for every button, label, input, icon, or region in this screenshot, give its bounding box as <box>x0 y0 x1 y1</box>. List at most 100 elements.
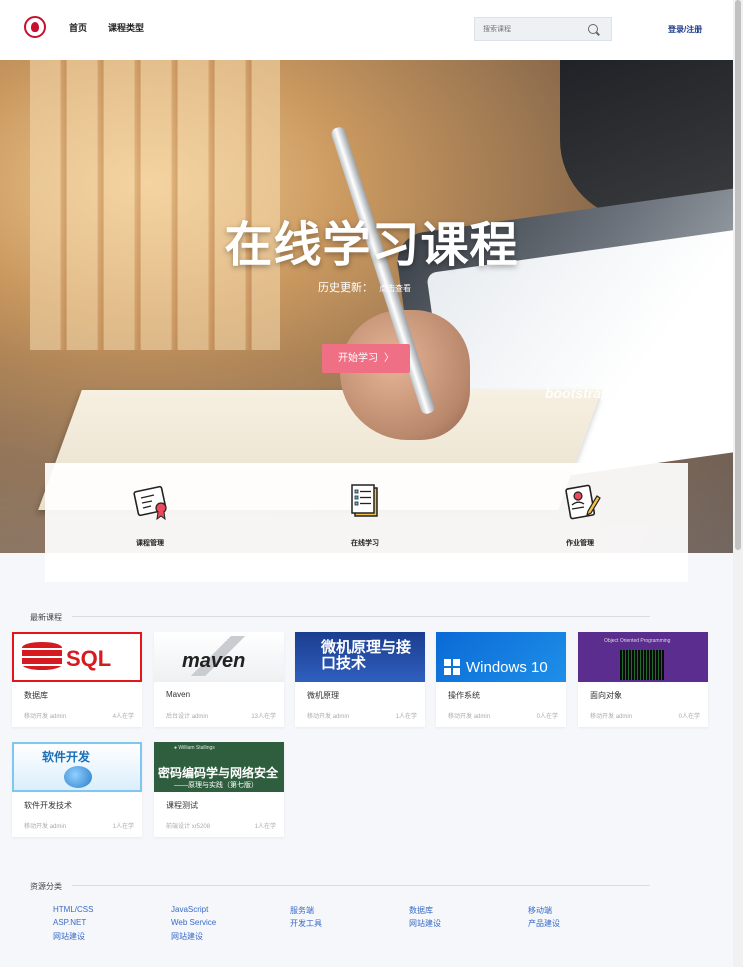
course-meta: 移动开发 admin 1人在学 <box>24 821 134 830</box>
database-icon <box>22 642 62 670</box>
code-screen-graphic <box>620 650 664 680</box>
course-name: 操作系统 <box>448 691 480 700</box>
course-thumbnail: SQL <box>12 632 142 682</box>
windows-logo-icon <box>444 659 460 675</box>
course-thumbnail: 软件开发 <box>12 742 142 792</box>
search-box <box>474 17 612 41</box>
course-card-oop[interactable]: Object Oriented Programming 面向对象 移动开发 ad… <box>578 632 708 727</box>
course-thumbnail-subtext: ——原理与实践（第七版） <box>174 782 258 789</box>
history-update-label: 历史更新： <box>318 282 373 294</box>
resource-link[interactable]: 网站建设 <box>409 918 441 929</box>
course-learner-count: 0人在学 <box>536 714 558 720</box>
course-category: 移动开发 <box>590 714 615 720</box>
course-learner-count: 0人在学 <box>678 714 700 720</box>
feature-homework-management[interactable]: 作业管理 <box>505 463 655 582</box>
course-card-database[interactable]: SQL 数据库 移动开发 admin 4人在学 <box>12 632 142 727</box>
feature-online-learning[interactable]: 在线学习 <box>290 463 440 582</box>
course-learner-count: 4人在学 <box>112 714 134 720</box>
course-author: admin <box>473 714 491 720</box>
course-thumbnail-text: SQL <box>66 646 112 671</box>
resource-link[interactable]: ASP.NET <box>53 918 86 927</box>
feature-panel: 课程管理 在线学习 作业管理 <box>45 463 688 582</box>
course-thumbnail-text: 密码编码学与网络安全 <box>158 766 279 780</box>
resource-link[interactable]: 开发工具 <box>290 918 322 929</box>
resource-link[interactable]: HTML/CSS <box>53 905 93 914</box>
course-card-operating-system[interactable]: Windows 10 操作系统 移动开发 admin 0人在学 <box>436 632 566 727</box>
nav-home[interactable]: 首页 <box>69 21 87 34</box>
course-author: admin <box>49 714 67 720</box>
course-thumbnail: ● William Stallings 密码编码学与网络安全 ——原理与实践（第七版… <box>154 742 284 792</box>
school-logo-icon[interactable] <box>24 16 46 38</box>
course-card-course-test[interactable]: ● William Stallings 密码编码学与网络安全 ——原理与实践（第七版… <box>154 742 284 837</box>
course-thumbnail-text: 微机原理与接口技术 <box>321 639 412 672</box>
course-card-software-dev[interactable]: 软件开发 软件开发技术 移动开发 admin 1人在学 <box>12 742 142 837</box>
start-learning-button[interactable]: 开始学习〉 <box>322 344 410 373</box>
course-meta: 移动开发 admin 0人在学 <box>590 711 700 720</box>
document-icon <box>351 484 378 517</box>
page-scrollbar-thumb[interactable] <box>735 0 741 550</box>
top-header: 首页 课程类型 登录/注册 <box>0 0 743 60</box>
feature-course-management-label: 课程管理 <box>136 540 164 547</box>
resource-link[interactable]: JavaScript <box>171 905 208 914</box>
course-name: 课程测试 <box>166 801 198 810</box>
course-author: admin <box>191 714 209 720</box>
course-author: admin <box>49 824 67 830</box>
login-register-link[interactable]: 登录/注册 <box>668 24 702 35</box>
course-thumbnail: 微机原理与接口技术 <box>295 632 425 682</box>
course-category: 移动开发 <box>307 714 332 720</box>
course-thumbnail-text: Object Oriented Programming <box>604 638 671 644</box>
course-thumbnail: maven <box>154 632 284 682</box>
course-card-maven[interactable]: maven Maven 后台设计 admin 13人在学 <box>154 632 284 727</box>
feature-online-learning-label: 在线学习 <box>351 540 379 547</box>
course-thumbnail-text: maven <box>182 650 246 672</box>
search-input[interactable] <box>483 23 583 36</box>
hero-title: 在线学习课程 <box>224 217 519 273</box>
course-category: 前端设计 <box>166 824 191 830</box>
course-thumbnail: Object Oriented Programming <box>578 632 708 682</box>
resource-link[interactable]: 网站建设 <box>53 931 85 942</box>
course-thumbnail-text: 软件开发 <box>42 750 91 764</box>
course-category: 移动开发 <box>24 714 49 720</box>
resource-link[interactable]: 移动端 <box>528 905 552 916</box>
course-author: xr5208 <box>191 824 211 830</box>
course-author: admin <box>332 714 350 720</box>
resources-title: 资源分类 <box>30 882 62 891</box>
course-name: 软件开发技术 <box>24 801 72 810</box>
course-thumbnail-text: Windows 10 <box>466 659 548 676</box>
course-learner-count: 1人在学 <box>395 714 417 720</box>
feature-homework-management-label: 作业管理 <box>566 540 594 547</box>
course-name: Maven <box>166 690 191 699</box>
chevron-right-icon: 〉 <box>384 353 394 364</box>
resource-link[interactable]: 产品建设 <box>528 918 560 929</box>
course-learner-count: 1人在学 <box>112 824 134 830</box>
course-meta: 移动开发 admin 0人在学 <box>448 711 558 720</box>
certificate-icon <box>133 485 167 521</box>
latest-courses-divider <box>72 616 650 617</box>
course-name: 数据库 <box>24 691 48 700</box>
course-thumbnail-author: ● William Stallings <box>174 745 215 751</box>
course-category: 移动开发 <box>24 824 49 830</box>
course-name: 微机原理 <box>307 691 339 700</box>
watermark-text: bootstrapmb.com <box>545 385 664 401</box>
resume-edit-icon <box>565 484 601 520</box>
course-card-microcomputer[interactable]: 微机原理与接口技术 微机原理 移动开发 admin 1人在学 <box>295 632 425 727</box>
start-learning-label: 开始学习 <box>338 353 378 364</box>
globe-icon <box>64 766 92 788</box>
resource-link[interactable]: 网站建设 <box>171 931 203 942</box>
course-meta: 移动开发 admin 4人在学 <box>24 711 134 720</box>
resource-link[interactable]: Web Service <box>171 918 216 927</box>
course-learner-count: 13人在学 <box>251 714 276 720</box>
course-meta: 前端设计 xr5208 1人在学 <box>166 821 276 830</box>
course-meta: 后台设计 admin 13人在学 <box>166 711 276 720</box>
course-meta: 移动开发 admin 1人在学 <box>307 711 417 720</box>
resource-link[interactable]: 服务端 <box>290 905 314 916</box>
feature-course-management[interactable]: 课程管理 <box>75 463 225 582</box>
course-category: 移动开发 <box>448 714 473 720</box>
resource-link[interactable]: 数据库 <box>409 905 433 916</box>
course-category: 后台设计 <box>166 714 191 720</box>
course-author: admin <box>615 714 633 720</box>
history-update-link[interactable]: 点击查看 <box>379 283 411 294</box>
search-icon[interactable] <box>588 24 598 34</box>
nav-course-types[interactable]: 课程类型 <box>108 21 144 34</box>
course-learner-count: 1人在学 <box>254 824 276 830</box>
